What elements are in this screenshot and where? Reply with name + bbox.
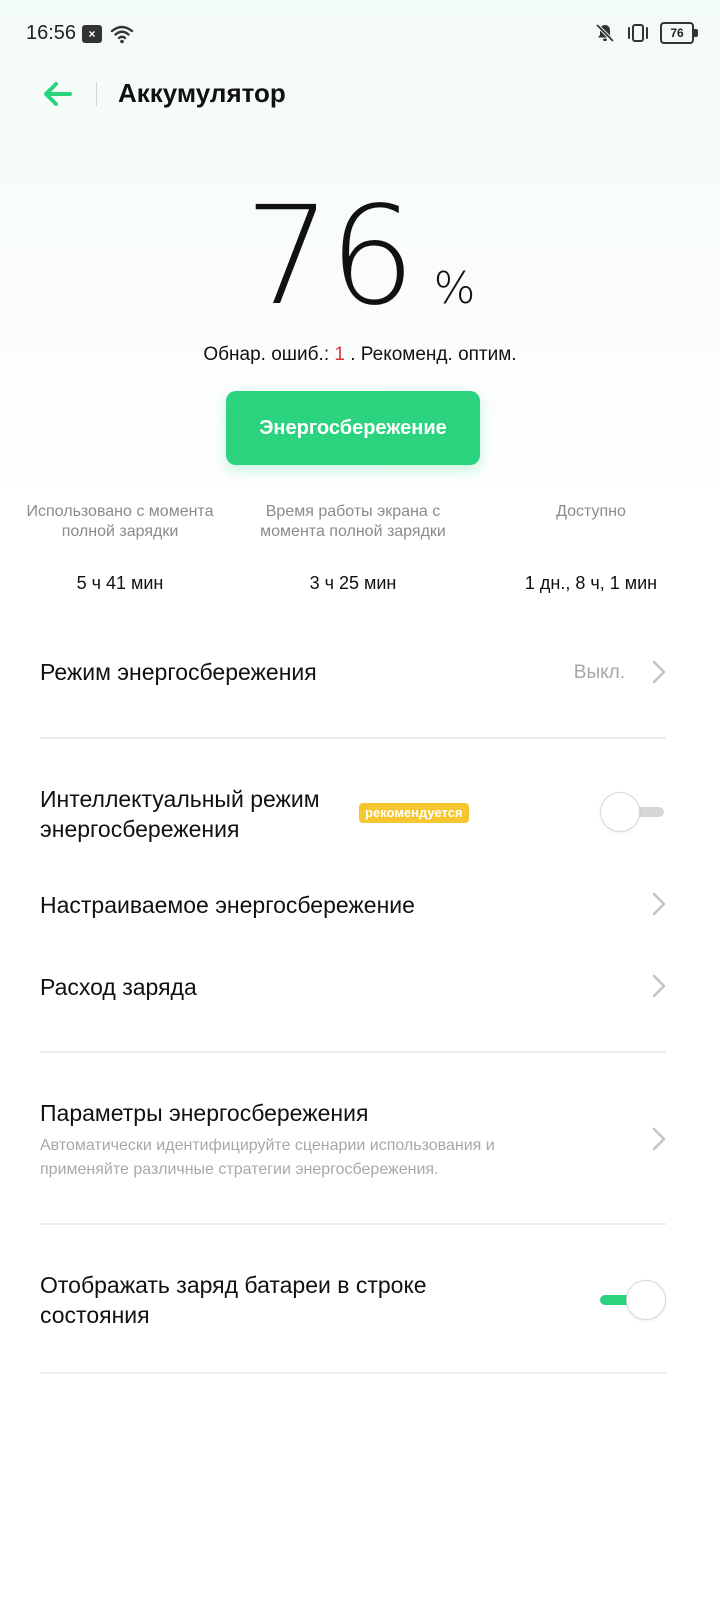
stat-label: Доступно: [556, 503, 626, 520]
stat-value: 1 дн., 8 ч, 1 мин: [524, 573, 658, 593]
stat-label: Время работы экрана с момента полной зар…: [260, 503, 446, 540]
row-subtitle-line2: применяйте различные стратегии энергосбе…: [40, 1161, 439, 1178]
battery-icon: 76: [660, 22, 698, 44]
divider: [40, 1223, 666, 1225]
divider: [40, 1372, 666, 1374]
row-title: Режим энергосбережения: [40, 659, 317, 685]
chevron-right-icon: [652, 974, 666, 998]
vibrate-icon: [628, 24, 648, 42]
header-divider: [96, 82, 97, 106]
smart-power-saving-row: Интеллектуальный режим энергосбережения …: [0, 770, 720, 860]
row-title-line1: Интеллектуальный режим: [40, 786, 320, 812]
battery-usage-row[interactable]: Расход заряда: [0, 952, 720, 1022]
chevron-right-icon: [652, 1127, 666, 1151]
stat-value: 5 ч 41 мин: [76, 573, 164, 593]
error-prefix: Обнар. ошиб.:: [203, 344, 335, 365]
chevron-right-icon: [652, 892, 666, 916]
row-title-line2: энергосбережения: [40, 816, 240, 842]
close-square-icon: ×: [82, 25, 102, 43]
battery-percent-unit: %: [433, 263, 476, 314]
stat-available: Доступно 1 дн., 8 ч, 1 мин: [476, 502, 706, 594]
row-title: Параметры энергосбережения: [40, 1100, 369, 1126]
bell-off-icon: [595, 23, 615, 43]
smart-power-saving-toggle[interactable]: [600, 792, 666, 832]
error-summary: Обнар. ошиб.: 1 . Рекоменд. оптим.: [0, 344, 720, 366]
row-title: Расход заряда: [40, 974, 197, 1000]
error-count: 1: [334, 344, 345, 365]
custom-power-saving-row[interactable]: Настраиваемое энергосбережение: [0, 870, 720, 940]
page-title: Аккумулятор: [118, 78, 286, 108]
power-saving-mode-row[interactable]: Режим энергосбережения Выкл.: [0, 630, 720, 714]
stat-label: Использовано с момента полной зарядки: [26, 503, 214, 540]
stat-value: 3 ч 25 мин: [309, 573, 397, 593]
stat-used-since-charge: Использовано с момента полной зарядки 5 …: [5, 502, 235, 594]
row-title: Настраиваемое энергосбережение: [40, 892, 415, 918]
error-suffix: . Рекоменд. оптим.: [344, 344, 517, 365]
arrow-left-icon: [44, 82, 72, 106]
power-saving-button[interactable]: Энергосбережение: [226, 391, 480, 465]
status-time: 16:56: [26, 22, 77, 44]
battery-percent-value: 76: [244, 178, 416, 336]
row-value: Выкл.: [573, 662, 625, 683]
status-right-icons: 76: [594, 22, 698, 44]
show-battery-percent-row: Отображать заряд батареи в строке состоя…: [0, 1258, 720, 1348]
toggle-knob: [626, 1280, 666, 1320]
row-title-line1: Отображать заряд батареи в строке: [40, 1272, 427, 1298]
stat-screen-time: Время работы экрана с момента полной зар…: [238, 502, 468, 594]
divider: [40, 1051, 666, 1053]
chevron-right-icon: [652, 660, 666, 684]
row-title-line2: состояния: [40, 1302, 150, 1328]
recommended-badge: рекомендуется: [359, 803, 469, 823]
status-left-icons: ×: [82, 24, 134, 44]
battery-percentage: 76%: [0, 178, 720, 336]
divider: [40, 737, 666, 739]
back-button[interactable]: [36, 74, 80, 114]
toggle-knob: [600, 792, 640, 832]
power-saving-params-row[interactable]: Параметры энергосбережения Автоматически…: [0, 1090, 720, 1190]
show-battery-percent-toggle[interactable]: [600, 1280, 666, 1320]
row-subtitle-line1: Автоматически идентифицируйте сценарии и…: [40, 1137, 495, 1154]
wifi-icon: [110, 25, 134, 44]
